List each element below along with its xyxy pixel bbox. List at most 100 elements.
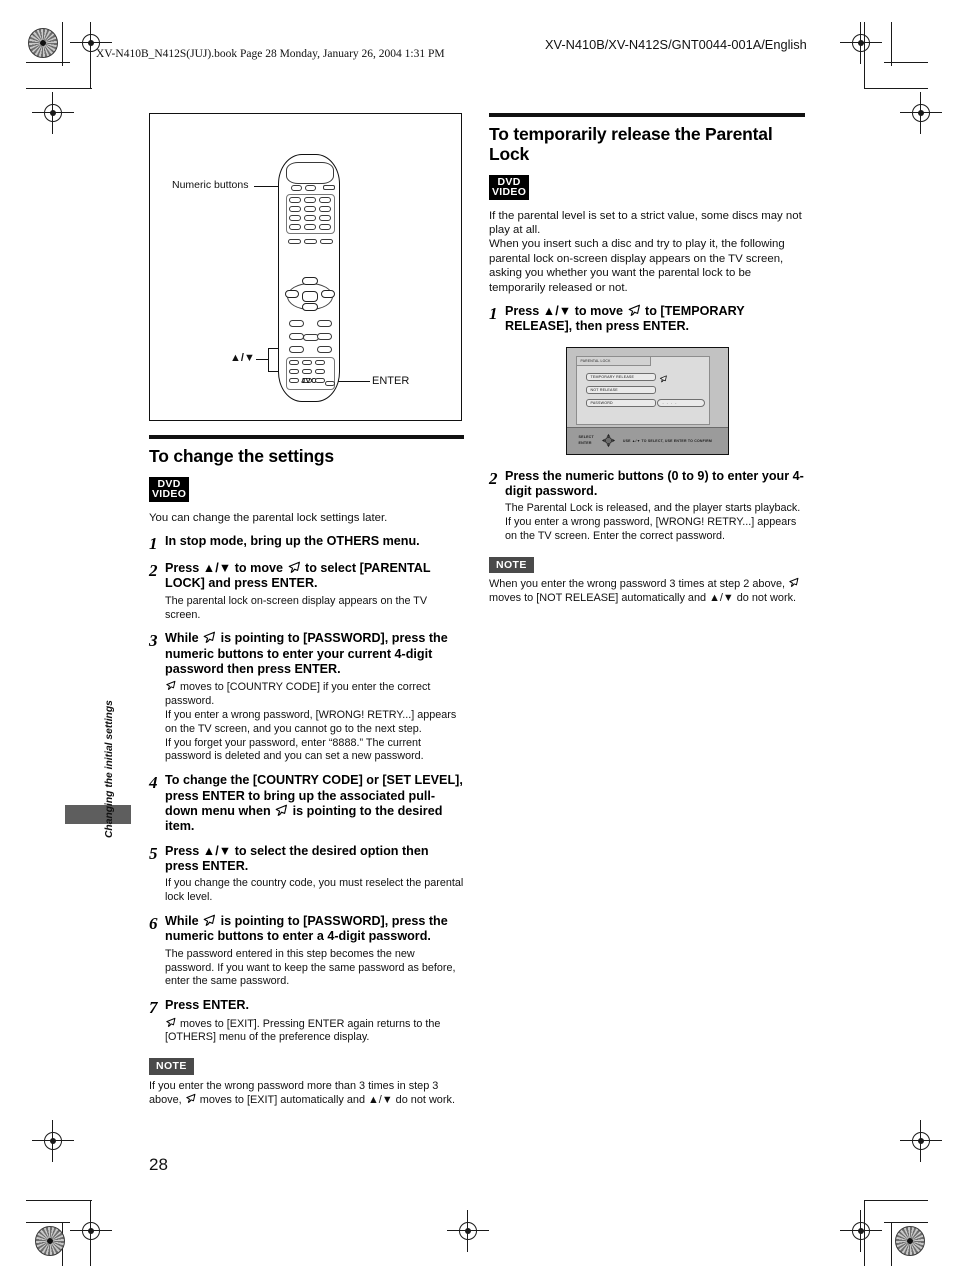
numeric-button-10[interactable]	[289, 224, 301, 230]
section-rule-left	[149, 435, 464, 439]
dvd-logo-line2: VIDEO	[492, 186, 527, 199]
cursor-pointer-icon	[166, 1017, 176, 1027]
step-title-pre: Press ▲/▼ to move	[505, 303, 627, 318]
step-number: 2	[489, 468, 498, 488]
remote-button-open[interactable]	[323, 185, 335, 190]
step-4-left: 4 To change the [COUNTRY CODE] or [SET L…	[149, 773, 464, 834]
dpad-down-button[interactable]	[302, 303, 318, 311]
remote-button-return[interactable]	[289, 320, 304, 327]
section-rule-right	[489, 113, 805, 117]
remote-button-topmenu[interactable]	[317, 320, 332, 327]
note-text-right: When you enter the wrong password 3 time…	[489, 577, 805, 605]
cursor-pointer-icon	[659, 375, 667, 382]
remote-top-panel	[286, 162, 334, 184]
osd-footer-right: USE ▲/▼ TO SELECT, USE ENTER TO CONFIRM	[622, 438, 712, 443]
left-column: Numeric buttons ▲/▼ ENTER JVC To change …	[149, 113, 464, 1116]
remote-button-b4[interactable]	[289, 369, 299, 374]
dpad-glyph-icon	[601, 434, 615, 448]
step-body: The parental lock on-screen display appe…	[165, 594, 428, 621]
step-title-pre: Press ▲/▼ to move	[165, 560, 287, 575]
remote-button-prev[interactable]	[289, 333, 304, 340]
remote-button-b5[interactable]	[302, 369, 312, 374]
registration-mark-bottom-center	[447, 1210, 489, 1252]
step-body-cursor-lead: moves to [EXIT]. Pressing ENTER again re…	[165, 1017, 441, 1044]
figure-label-enter: ENTER	[372, 375, 410, 387]
crop-line-bottom-right-h	[884, 1222, 928, 1224]
crop-line-top-right-h	[884, 62, 928, 64]
remote-button-pause[interactable]	[317, 346, 332, 353]
crop-line-top-right-v	[891, 22, 893, 66]
remote-button-b6[interactable]	[315, 369, 325, 374]
page-title-left: To change the settings	[149, 446, 334, 466]
remote-body: JVC	[278, 154, 340, 402]
step-number: 3	[149, 631, 158, 651]
tv-screen-illustration: PARENTAL LOCK TEMPORARY RELEASE NOT RELE…	[565, 346, 729, 455]
registration-mark-bottom-right	[840, 1210, 882, 1252]
step-1-right: 1 Press ▲/▼ to move to [TEMPORARY RELEAS…	[489, 304, 805, 335]
step-body: If you enter a wrong password, [WRONG! R…	[505, 516, 797, 542]
remote-button-b3[interactable]	[315, 360, 325, 365]
step-title: Press the numeric buttons (0 to 9) to en…	[505, 468, 804, 498]
remote-button-row-a1[interactable]	[288, 239, 301, 244]
numeric-button-2[interactable]	[304, 197, 316, 203]
osd-panel: PARENTAL LOCK TEMPORARY RELEASE NOT RELE…	[575, 355, 710, 425]
crop-line-bottom-right-h2	[864, 1200, 928, 1202]
osd-row-password[interactable]: PASSWORD	[585, 398, 656, 407]
crop-line-bottom-left-h2	[26, 1200, 92, 1202]
numeric-button-4[interactable]	[289, 206, 301, 212]
numeric-button-7[interactable]	[289, 215, 301, 221]
crop-line-top-left-h2	[26, 88, 92, 90]
figure-label-numeric-buttons: Numeric buttons	[172, 179, 249, 191]
step-title-pre: While	[165, 914, 203, 929]
dpad-left-button[interactable]	[285, 290, 299, 298]
cursor-pointer-icon	[203, 914, 216, 927]
osd-row-not-release[interactable]: NOT RELEASE	[585, 385, 656, 394]
remote-button-next[interactable]	[317, 333, 332, 340]
crop-line-top-right-h2	[864, 88, 928, 90]
note-text-left: If you enter the wrong password more tha…	[149, 1079, 464, 1107]
numeric-button-plus10[interactable]	[319, 224, 331, 230]
remote-button-row-a3[interactable]	[320, 239, 333, 244]
remote-button-power[interactable]	[291, 185, 302, 191]
numeric-button-5[interactable]	[304, 206, 316, 212]
dpad-right-button[interactable]	[321, 290, 335, 298]
registration-mark-right-lower	[900, 1120, 942, 1162]
note-badge-right: NOTE	[489, 556, 534, 574]
step-number: 6	[149, 914, 158, 934]
cursor-pointer-icon	[789, 578, 799, 588]
remote-button-b2[interactable]	[302, 360, 312, 365]
remote-button-row-a2[interactable]	[304, 239, 317, 244]
numeric-button-0[interactable]	[304, 224, 316, 230]
cursor-pointer-icon	[288, 561, 300, 573]
step-6-left: 6 While is pointing to [PASSWORD], press…	[149, 914, 464, 989]
step-number: 4	[149, 773, 158, 793]
enter-button[interactable]	[302, 291, 318, 302]
registration-mark-left-lower	[32, 1120, 74, 1162]
cursor-pointer-icon	[186, 1093, 196, 1103]
osd-row-temporary-release[interactable]: TEMPORARY RELEASE	[585, 372, 656, 381]
osd-password-field[interactable]: - - - -	[656, 398, 705, 407]
left-intro-text: You can change the parental lock setting…	[149, 511, 388, 524]
remote-button-aux[interactable]	[305, 185, 316, 191]
numeric-button-1[interactable]	[289, 197, 301, 203]
step-number: 1	[149, 533, 158, 553]
page-number: 28	[149, 1155, 168, 1174]
figure-label-updown: ▲/▼	[230, 352, 255, 364]
numeric-button-9[interactable]	[319, 215, 331, 221]
cursor-pointer-icon	[166, 681, 176, 691]
numeric-button-8[interactable]	[304, 215, 316, 221]
step-7-left: 7 Press ENTER. moves to [EXIT]. Pressing…	[149, 998, 464, 1045]
step-3-left: 3 While is pointing to [PASSWORD], press…	[149, 631, 464, 764]
step-number: 1	[489, 303, 498, 323]
right-intro-text-1: If the parental level is set to a strict…	[489, 209, 802, 237]
numeric-button-6[interactable]	[319, 206, 331, 212]
dvd-logo-line2: VIDEO	[152, 488, 187, 501]
remote-button-b1[interactable]	[289, 360, 299, 365]
crop-line-bottom-right-v	[891, 1222, 893, 1266]
step-1-left: 1 In stop mode, bring up the OTHERS menu…	[149, 534, 464, 552]
numeric-button-3[interactable]	[319, 197, 331, 203]
note-text-post: moves to [NOT RELEASE] automatically and…	[489, 592, 797, 605]
step-number: 2	[149, 560, 158, 580]
dpad-up-button[interactable]	[302, 277, 318, 285]
remote-button-stop[interactable]	[289, 346, 304, 353]
